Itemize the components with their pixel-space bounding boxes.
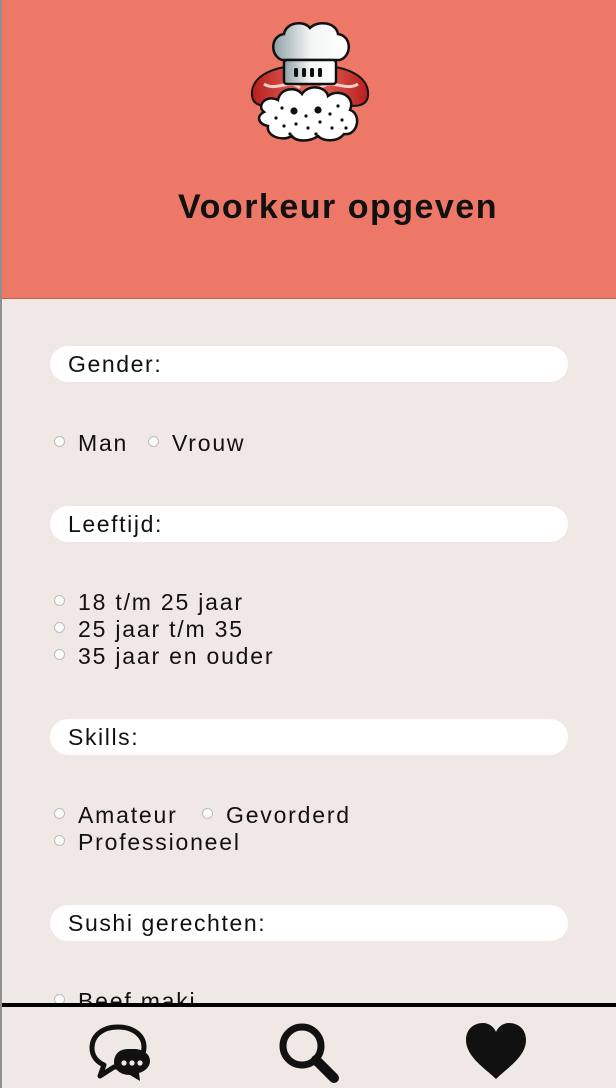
radio-button[interactable] — [54, 808, 65, 820]
radio-button[interactable] — [54, 649, 65, 661]
gender-option-vrouw[interactable]: Vrouw — [148, 430, 245, 457]
chat-button[interactable] — [88, 1021, 152, 1083]
gender-section-label: Gender: — [50, 346, 568, 382]
window-edge — [0, 0, 2, 1088]
radio-button[interactable] — [54, 994, 65, 1003]
header: Voorkeur opgeven — [2, 0, 616, 299]
radio-button[interactable] — [54, 622, 65, 634]
sushi-option-beef-maki[interactable]: Beef maki — [54, 988, 196, 1003]
sushi-section-label: Sushi gerechten: — [50, 905, 568, 941]
chat-bubbles-icon — [89, 1024, 150, 1081]
favorites-button[interactable] — [464, 1021, 528, 1083]
age-section-label: Leeftijd: — [50, 506, 568, 542]
search-button[interactable] — [276, 1021, 340, 1083]
gender-option-man[interactable]: Man — [54, 430, 128, 457]
page-title: Voorkeur opgeven — [178, 188, 498, 226]
age-option-18-25[interactable]: 18 t/m 25 jaar — [54, 589, 244, 616]
skills-option-professioneel[interactable]: Professioneel — [54, 829, 241, 856]
search-icon — [279, 1023, 339, 1083]
bottom-navigation — [0, 1003, 616, 1088]
skills-section-label: Skills: — [50, 719, 568, 755]
radio-button[interactable] — [54, 436, 65, 448]
skills-option-gevorderd[interactable]: Gevorderd — [202, 802, 351, 829]
radio-button[interactable] — [202, 808, 213, 820]
radio-button[interactable] — [54, 595, 65, 607]
heart-icon — [466, 1023, 526, 1079]
age-option-25-35[interactable]: 25 jaar t/m 35 — [54, 616, 244, 643]
age-option-35-plus[interactable]: 35 jaar en ouder — [54, 643, 274, 670]
radio-button[interactable] — [148, 436, 159, 448]
radio-button[interactable] — [54, 835, 65, 847]
sushi-chef-logo — [250, 21, 370, 142]
skills-option-amateur[interactable]: Amateur — [54, 802, 178, 829]
preferences-form: Gender: Man Vrouw Leeftijd: 18 t/m 25 ja… — [2, 299, 616, 1003]
